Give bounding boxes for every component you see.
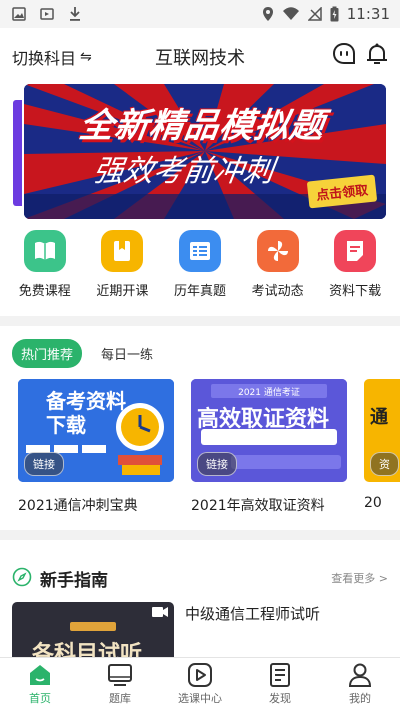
guide-title: 新手指南 xyxy=(40,571,108,591)
quick-menu-label: 资料下载 xyxy=(329,284,382,299)
thumb-text: 各科目试听 xyxy=(32,642,143,658)
image-icon xyxy=(12,7,26,21)
quick-menu-label: 免费课程 xyxy=(18,284,71,299)
section-divider xyxy=(0,530,400,540)
nav-mine[interactable]: 我的 xyxy=(320,658,400,711)
card-image-title: 高效取证资料 xyxy=(197,407,330,432)
quick-menu-label: 历年真题 xyxy=(173,284,226,299)
status-bar: 11:31 xyxy=(0,0,400,28)
tab-hot-recommend[interactable]: 热门推荐 xyxy=(12,339,83,368)
banner-subtitle: 强效考前冲刺 xyxy=(91,154,276,189)
card-image-top: 2021 通信考证 xyxy=(238,388,300,398)
nav-label: 首页 xyxy=(29,692,51,705)
list-icon xyxy=(178,230,221,272)
card-caption: 20 xyxy=(364,495,382,511)
card-image: 通 资 xyxy=(364,379,400,482)
card-link-badge: 资 xyxy=(370,452,399,476)
nav-question-bank[interactable]: 题库 xyxy=(80,658,160,711)
quick-menu: 免费课程 近期开课 历年真题 考试动态 资料下载 xyxy=(0,230,400,310)
clock: 11:31 xyxy=(346,5,390,23)
quick-menu-free-courses[interactable]: 免费课程 xyxy=(10,230,80,310)
section-divider xyxy=(0,316,400,326)
card-link-badge: 链接 xyxy=(197,452,237,476)
play-icon xyxy=(188,663,212,687)
card-image-title: 备考资料下载 xyxy=(46,389,138,437)
thumb-tag xyxy=(70,622,116,631)
card-image: 2021 通信考证 高效取证资料 链接 xyxy=(191,379,347,482)
compass-icon xyxy=(12,567,32,587)
recommend-tabs: 热门推荐 每日一练 xyxy=(12,339,162,368)
banner-peek xyxy=(13,100,22,206)
recommend-card[interactable]: 2021 通信考证 高效取证资料 链接 2021年高效取证资料 xyxy=(191,379,347,515)
card-caption: 2021年高效取证资料 xyxy=(191,498,325,514)
bottom-nav: 首页 题库 选课中心 发现 我的 xyxy=(0,657,400,711)
card-image-title: 通 xyxy=(370,407,388,428)
quick-menu-exam-news[interactable]: 考试动态 xyxy=(243,230,313,310)
banner-title: 全新精品模拟题 xyxy=(76,106,328,146)
nav-home[interactable]: 首页 xyxy=(0,658,80,711)
tab-daily-practice[interactable]: 每日一练 xyxy=(92,339,162,368)
card-image: 备考资料下载 链接 xyxy=(18,379,174,482)
document-icon xyxy=(334,230,377,272)
chat-bot-icon[interactable] xyxy=(332,42,356,66)
book-icon xyxy=(23,230,66,272)
banner-carousel[interactable]: 全新精品模拟题 强效考前冲刺 点击领取 xyxy=(0,84,400,219)
bookmark-icon xyxy=(101,230,144,272)
card-image-title-text: 备考资料下载 xyxy=(46,389,126,437)
quick-menu-label: 考试动态 xyxy=(251,284,304,299)
nav-label: 题库 xyxy=(109,692,131,705)
guide-item-title[interactable]: 中级通信工程师试听 xyxy=(185,603,320,624)
nav-label: 发现 xyxy=(269,692,291,705)
monitor-icon xyxy=(108,664,132,686)
card-link-badge: 链接 xyxy=(24,452,64,476)
wifi-icon xyxy=(282,7,299,20)
app-header: 切换科目 ⇋ 互联网技术 xyxy=(0,28,400,84)
recommend-card[interactable]: 通 资 20 xyxy=(364,379,400,511)
quick-menu-downloads[interactable]: 资料下载 xyxy=(320,230,390,310)
guide-video-thumbnail[interactable]: 各科目试听 xyxy=(12,602,174,658)
notebook-icon xyxy=(270,663,290,687)
pinwheel-icon xyxy=(256,230,299,272)
user-icon xyxy=(348,663,372,687)
recommend-card[interactable]: 备考资料下载 链接 2021通信冲刺宝典 xyxy=(18,379,174,515)
banner-slide[interactable]: 全新精品模拟题 强效考前冲刺 点击领取 xyxy=(24,84,386,219)
location-icon xyxy=(262,7,273,21)
card-caption: 2021通信冲刺宝典 xyxy=(18,498,138,514)
battery-icon xyxy=(330,6,339,22)
signal-off-icon xyxy=(307,7,322,21)
quick-menu-past-exams[interactable]: 历年真题 xyxy=(165,230,235,310)
video-camera-icon xyxy=(152,607,168,617)
nav-label: 选课中心 xyxy=(178,692,222,705)
home-icon xyxy=(30,665,50,685)
nav-label: 我的 xyxy=(349,692,371,705)
video-icon xyxy=(40,8,54,20)
nav-discover[interactable]: 发现 xyxy=(240,658,320,711)
recommend-card-list: 备考资料下载 链接 2021通信冲刺宝典 2021 通信考证 高效取证资料 链接… xyxy=(18,379,400,519)
bell-icon[interactable] xyxy=(365,42,389,66)
download-icon xyxy=(70,7,80,21)
view-more-link[interactable]: 查看更多 > xyxy=(331,570,388,586)
nav-course-center[interactable]: 选课中心 xyxy=(160,658,240,711)
quick-menu-upcoming[interactable]: 近期开课 xyxy=(87,230,157,310)
quick-menu-label: 近期开课 xyxy=(96,284,149,299)
guide-section-header: 新手指南 查看更多 > xyxy=(12,566,388,591)
